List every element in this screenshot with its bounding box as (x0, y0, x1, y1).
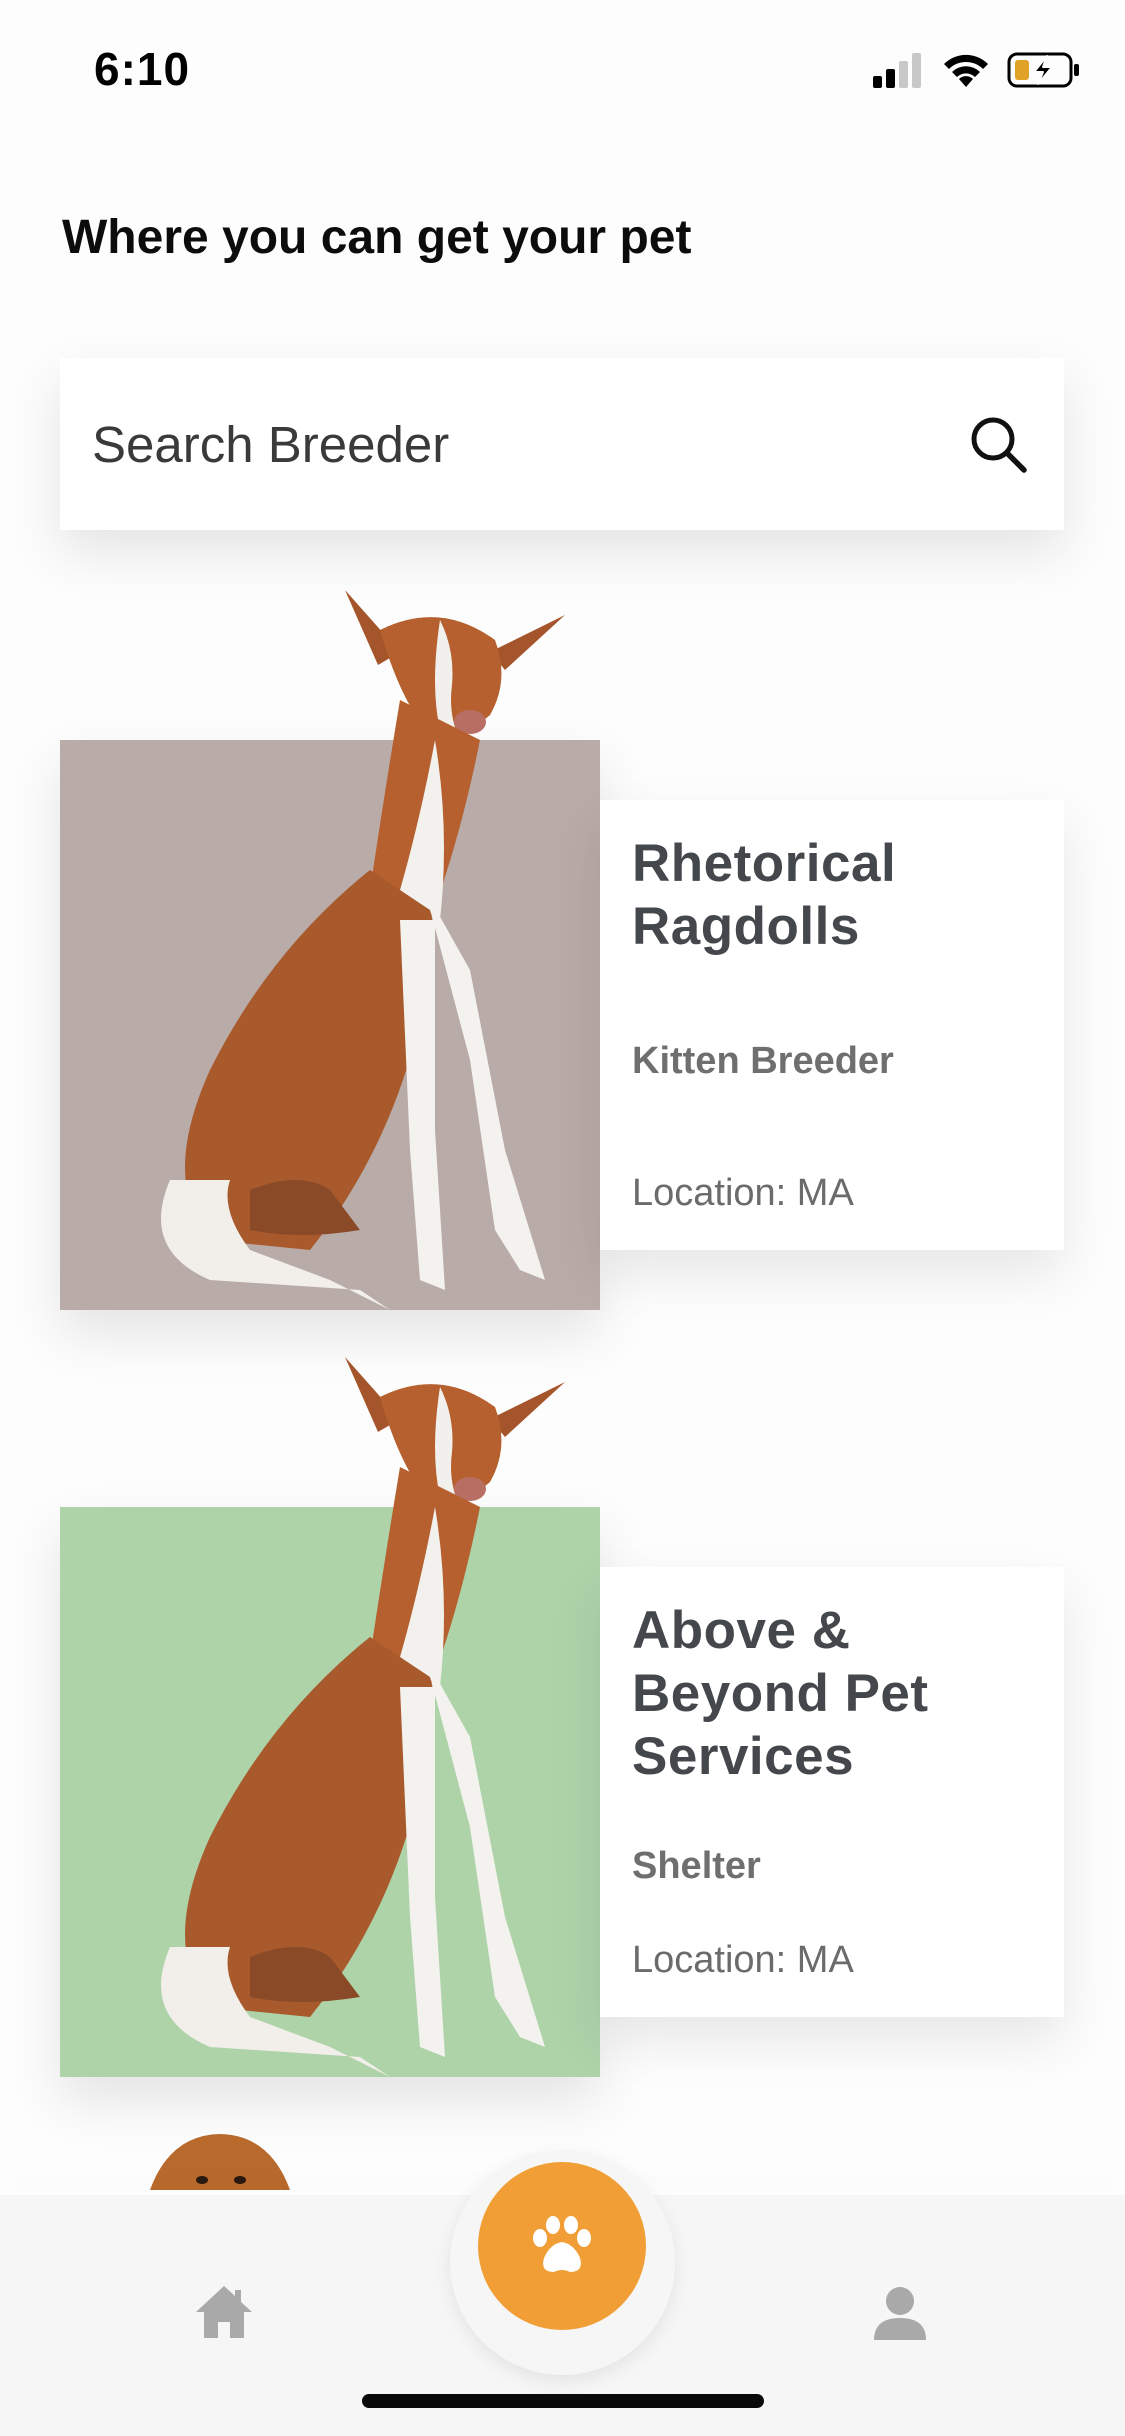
wifi-icon (944, 54, 988, 87)
breeder-card[interactable]: Rhetorical Ragdolls Kitten Breeder Locat… (60, 590, 1064, 1310)
page-title: Where you can get your pet (62, 211, 692, 264)
home-icon[interactable] (192, 2282, 256, 2342)
paw-icon[interactable] (478, 2162, 646, 2330)
search-input[interactable] (92, 414, 966, 474)
battery-charging-icon (1007, 52, 1079, 88)
breeder-name[interactable]: Above & Beyond Pet Services (632, 1599, 1034, 1788)
breeder-info[interactable]: Rhetorical Ragdolls Kitten Breeder Locat… (600, 800, 1064, 1250)
breeder-location: Location: MA (632, 1172, 854, 1214)
home-indicator[interactable] (362, 2394, 764, 2408)
status-time: 6:10 (94, 43, 191, 95)
breeder-type: Shelter (632, 1845, 761, 1887)
breeder-type: Kitten Breeder (632, 1040, 894, 1082)
profile-icon[interactable] (870, 2284, 930, 2344)
search-box[interactable] (60, 358, 1064, 530)
dog-photo (161, 590, 565, 1310)
status-icons (871, 48, 1081, 92)
screen: 6:10 Where you can get your pet Search B… (0, 0, 1125, 2436)
breeder-location: Location: MA (632, 1939, 854, 1981)
breeder-card[interactable]: Above & Beyond Pet Services Shelter Loca… (60, 1357, 1064, 2077)
breeder-info[interactable]: Above & Beyond Pet Services Shelter Loca… (600, 1567, 1064, 2017)
signal-icon (873, 53, 921, 88)
search-icon[interactable] (966, 412, 1030, 476)
dog-photo (161, 1357, 565, 2077)
dog-photo (150, 2134, 290, 2190)
breeder-name[interactable]: Rhetorical Ragdolls (632, 832, 1034, 958)
